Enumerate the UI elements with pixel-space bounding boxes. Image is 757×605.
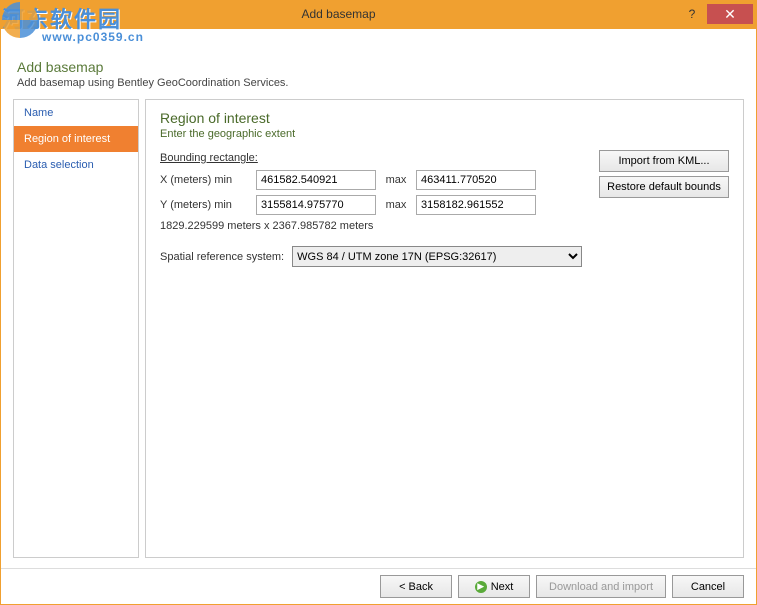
x-min-input[interactable] — [256, 170, 376, 190]
back-button[interactable]: < Back — [380, 575, 452, 598]
y-max-input[interactable] — [416, 195, 536, 215]
header-subtitle: Add basemap using Bentley GeoCoordinatio… — [17, 77, 740, 89]
restore-bounds-button[interactable]: Restore default bounds — [599, 176, 729, 198]
srs-select[interactable]: WGS 84 / UTM zone 17N (EPSG:32617) — [292, 246, 582, 267]
srs-row: Spatial reference system: WGS 84 / UTM z… — [160, 246, 729, 267]
download-import-button: Download and import — [536, 575, 666, 598]
help-button[interactable]: ? — [677, 4, 707, 24]
window-title: Add basemap — [0, 7, 677, 21]
next-label: Next — [491, 581, 514, 593]
header-title: Add basemap — [17, 59, 740, 75]
panel-title: Region of interest — [160, 110, 729, 126]
close-button[interactable]: ✕ — [707, 4, 753, 24]
header: Add basemap Add basemap using Bentley Ge… — [1, 29, 756, 99]
y-max-label: max — [382, 199, 410, 211]
main-panel: Region of interest Enter the geographic … — [145, 99, 744, 558]
next-button[interactable]: ▶ Next — [458, 575, 530, 598]
content-row: Name Region of interest Data selection R… — [1, 99, 756, 568]
dimensions-text: 1829.229599 meters x 2367.985782 meters — [160, 220, 729, 232]
sidebar-item-region-of-interest[interactable]: Region of interest — [14, 126, 138, 152]
window-body: Add basemap Add basemap using Bentley Ge… — [0, 28, 757, 605]
titlebar: Add basemap ? ✕ — [0, 0, 757, 28]
y-min-label: Y (meters) min — [160, 199, 250, 211]
cancel-button[interactable]: Cancel — [672, 575, 744, 598]
x-max-label: max — [382, 174, 410, 186]
footer: < Back ▶ Next Download and import Cancel — [1, 568, 756, 604]
srs-label: Spatial reference system: — [160, 251, 284, 263]
sidebar: Name Region of interest Data selection — [13, 99, 139, 558]
panel-subtitle: Enter the geographic extent — [160, 128, 729, 140]
y-min-input[interactable] — [256, 195, 376, 215]
sidebar-item-name[interactable]: Name — [14, 100, 138, 126]
next-arrow-icon: ▶ — [475, 581, 487, 593]
x-min-label: X (meters) min — [160, 174, 250, 186]
x-max-input[interactable] — [416, 170, 536, 190]
sidebar-item-data-selection[interactable]: Data selection — [14, 152, 138, 178]
import-kml-button[interactable]: Import from KML... — [599, 150, 729, 172]
right-buttons: Import from KML... Restore default bound… — [599, 150, 729, 198]
y-row: Y (meters) min max — [160, 195, 729, 215]
